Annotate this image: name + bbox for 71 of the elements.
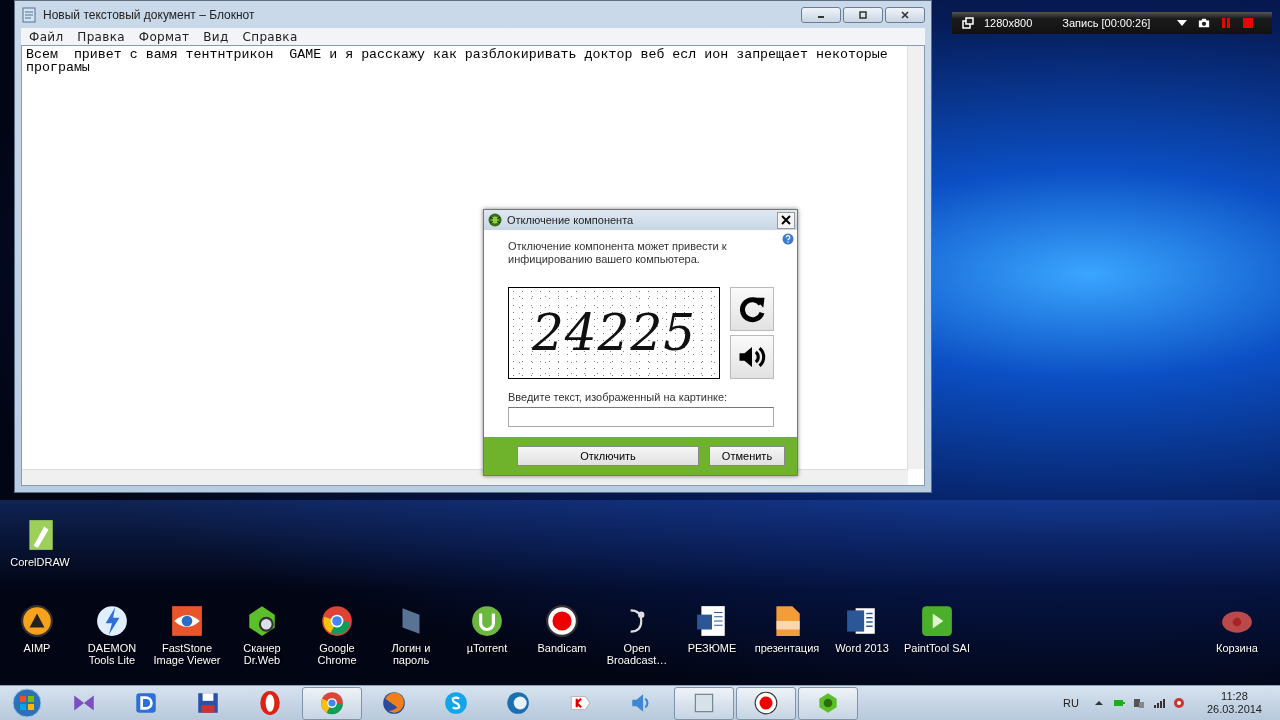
desktop-icon-label[interactable]: Google Chrome xyxy=(302,642,372,666)
menu-item[interactable]: Вид xyxy=(203,29,229,44)
desktop-icon-label[interactable]: DAEMON Tools Lite xyxy=(77,642,147,666)
desktop-icon-label[interactable]: Open Broadcast… xyxy=(602,642,672,666)
maximize-button[interactable] xyxy=(843,7,883,23)
signal-icon[interactable] xyxy=(1152,697,1165,709)
language-indicator[interactable]: RU xyxy=(1063,697,1079,709)
menu-item[interactable]: Файл xyxy=(29,29,64,44)
desktop-icon-label[interactable]: Сканер Dr.Web xyxy=(227,642,297,666)
app-icon[interactable] xyxy=(95,604,129,638)
close-icon xyxy=(900,11,910,19)
desktop-icon-label[interactable]: FastStone Image Viewer xyxy=(152,642,222,666)
captcha-prompt: Введите текст, изображенный на картинке: xyxy=(508,391,729,403)
pause-icon[interactable] xyxy=(1220,17,1233,29)
desktop-icon-label[interactable]: Корзина xyxy=(1202,642,1272,654)
app-icon[interactable] xyxy=(320,604,354,638)
app-icon xyxy=(257,690,283,716)
captcha-text: 24225 xyxy=(531,303,697,363)
menu-item[interactable]: Формат xyxy=(138,29,190,44)
disable-button[interactable]: Отключить xyxy=(517,446,699,466)
app-icon xyxy=(319,690,345,716)
cancel-button[interactable]: Отменить xyxy=(709,446,785,466)
desktop-icon-label[interactable]: презентация xyxy=(752,642,822,654)
vertical-scrollbar[interactable] xyxy=(907,46,924,469)
desktop-icon-label[interactable]: Bandicam xyxy=(527,642,597,654)
close-button[interactable] xyxy=(777,211,795,229)
text-area[interactable]: Всем привет с вамя тентнтрикон GAME и я расскажу как разблокиривать доктор веб есл ион запрещает некоторые програмы xyxy=(22,46,907,76)
captcha-input-field[interactable] xyxy=(508,407,774,427)
app-icon[interactable] xyxy=(470,604,504,638)
windows-logo-icon xyxy=(12,688,42,718)
help-icon[interactable] xyxy=(782,233,794,245)
desktop-icon-label[interactable]: CorelDRAW xyxy=(5,556,75,568)
desktop-icon-label[interactable]: AIMP xyxy=(2,642,72,654)
camera-icon[interactable] xyxy=(1198,17,1211,29)
desktop-icon-label[interactable]: Word 2013 xyxy=(827,642,897,654)
menu-item[interactable]: Правка xyxy=(77,29,125,44)
stop-icon[interactable] xyxy=(1242,17,1255,29)
refresh-icon xyxy=(737,294,767,324)
taskbar-button[interactable] xyxy=(674,686,734,720)
minimize-button[interactable] xyxy=(801,7,841,23)
taskbar-button[interactable] xyxy=(798,686,858,720)
notepad-icon xyxy=(21,6,37,23)
refresh-button[interactable] xyxy=(730,287,774,331)
clock-time[interactable]: 11:28 xyxy=(1221,690,1248,703)
app-icon xyxy=(133,690,159,716)
app-icon xyxy=(195,690,221,716)
desktop-icon-label[interactable]: Логин и пароль xyxy=(376,642,446,666)
app-icon[interactable] xyxy=(170,604,204,638)
warning-message: Отключение компонента может привести к инфицированию вашего компьютера. xyxy=(508,240,728,266)
clock-date[interactable]: 26.03.2014 xyxy=(1206,703,1262,716)
taskbar-button[interactable] xyxy=(302,686,362,720)
volume-icon[interactable] xyxy=(1172,697,1185,709)
desktop-icon-label[interactable]: PaintTool SAI xyxy=(902,642,972,654)
recording-status: Запись [00:00:26] xyxy=(1062,17,1151,29)
app-icon xyxy=(753,690,779,716)
desktop-icon-label[interactable]: µTorrent xyxy=(452,642,522,654)
desktop-icon-label[interactable]: РЕЗЮМЕ xyxy=(677,642,747,654)
app-icon xyxy=(381,690,407,716)
audio-button[interactable] xyxy=(730,335,774,379)
window-icon xyxy=(962,17,974,29)
close-icon xyxy=(781,215,791,225)
network-icon[interactable] xyxy=(1132,697,1145,709)
app-icon xyxy=(443,690,469,716)
app-icon xyxy=(505,690,531,716)
dialog-title: Отключение компонента xyxy=(507,214,635,226)
window-title: Новый текстовый документ – Блокнот xyxy=(43,7,256,22)
resolution-label: 1280x800 xyxy=(984,17,1033,29)
menu-item[interactable]: Справка xyxy=(242,29,298,44)
taskbar-button[interactable] xyxy=(736,686,796,720)
maximize-icon xyxy=(858,11,868,19)
app-icon[interactable] xyxy=(920,604,954,638)
